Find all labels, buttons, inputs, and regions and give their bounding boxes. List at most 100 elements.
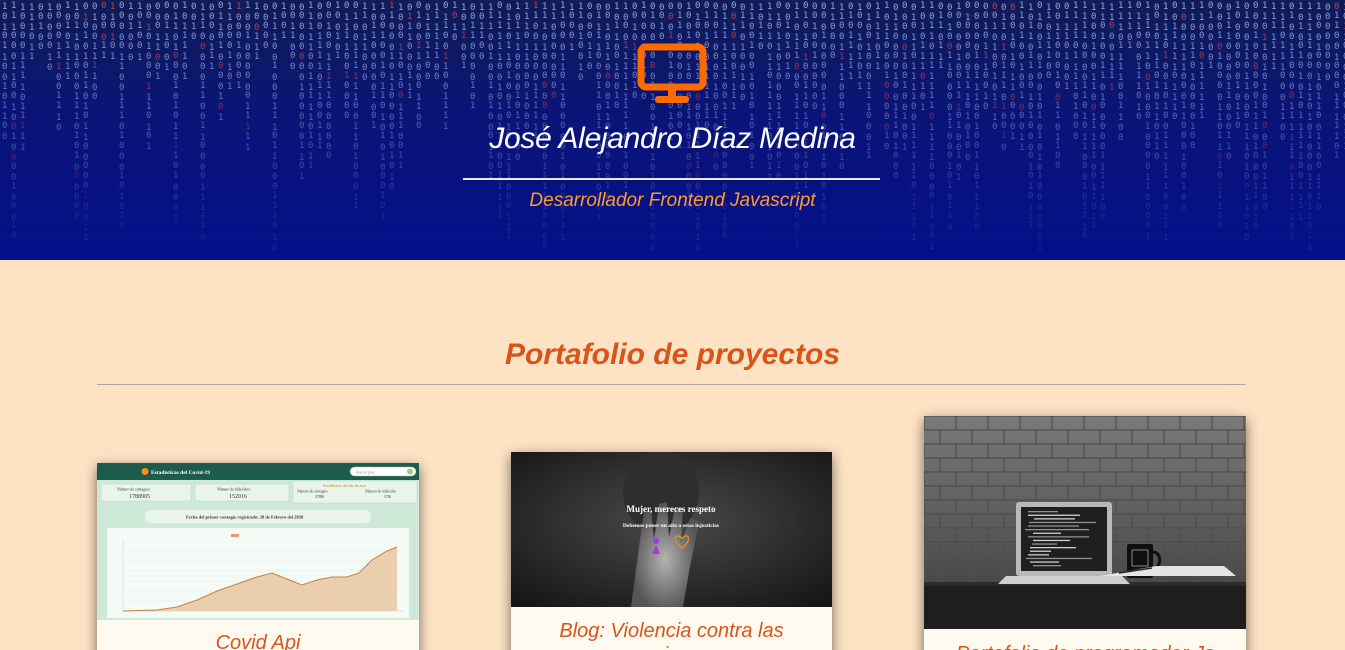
svg-text:0: 0 — [884, 102, 889, 112]
project-thumbnail-covid[interactable]: Estadísticas del Covid-19 Buscar país Nú… — [97, 463, 419, 620]
svg-text:1: 1 — [767, 102, 772, 112]
svg-text:0: 0 — [272, 73, 277, 83]
svg-text:1: 1 — [758, 21, 763, 31]
svg-text:0: 0 — [884, 52, 889, 62]
svg-text:0: 0 — [200, 62, 205, 72]
svg-text:1: 1 — [695, 161, 700, 171]
svg-text:1: 1 — [488, 101, 493, 111]
svg-text:0: 0 — [317, 101, 322, 111]
svg-text:1: 1 — [1217, 161, 1222, 171]
svg-text:0: 0 — [767, 71, 772, 81]
svg-text:0: 0 — [272, 42, 277, 52]
svg-text:0: 0 — [110, 41, 115, 51]
svg-text:1: 1 — [623, 62, 628, 72]
svg-text:0: 0 — [929, 231, 934, 241]
svg-text:0: 0 — [1262, 101, 1267, 111]
svg-text:0: 0 — [623, 21, 628, 31]
svg-text:0: 0 — [389, 22, 394, 32]
svg-text:0: 0 — [92, 2, 97, 12]
svg-text:1: 1 — [605, 101, 610, 111]
svg-text:1: 1 — [560, 83, 565, 93]
svg-text:0: 0 — [929, 42, 934, 52]
svg-text:0: 0 — [1217, 93, 1222, 103]
svg-text:0: 0 — [1181, 13, 1186, 23]
svg-text:1: 1 — [992, 72, 997, 82]
svg-text:0: 0 — [236, 61, 241, 71]
svg-text:1: 1 — [1145, 1, 1150, 11]
svg-text:0: 0 — [650, 233, 655, 243]
svg-text:1: 1 — [857, 71, 862, 81]
project-card-portfolio[interactable]: Portafolio de programador Js — [924, 416, 1246, 650]
svg-text:0: 0 — [1010, 61, 1015, 71]
svg-text:1: 1 — [1010, 73, 1015, 83]
svg-text:1: 1 — [506, 213, 511, 223]
svg-text:0: 0 — [2, 62, 7, 72]
svg-text:1: 1 — [1064, 52, 1069, 62]
covid-preview-yesterday-title: Estadísticas del día de ayer — [323, 483, 367, 488]
svg-text:1: 1 — [308, 72, 313, 82]
svg-text:0: 0 — [119, 73, 124, 83]
svg-text:0: 0 — [1280, 71, 1285, 81]
svg-text:0: 0 — [866, 62, 871, 72]
svg-text:1: 1 — [596, 11, 601, 21]
svg-text:1: 1 — [623, 83, 628, 93]
svg-text:1: 1 — [848, 11, 853, 21]
svg-text:1: 1 — [1262, 83, 1267, 93]
svg-text:0: 0 — [353, 101, 358, 111]
svg-text:1: 1 — [722, 62, 727, 72]
project-caption-covid[interactable]: Covid Api — [97, 631, 419, 650]
svg-text:1: 1 — [623, 111, 628, 121]
svg-text:0: 0 — [83, 2, 88, 12]
project-thumbnail-blog[interactable]: Mujer, mereces respeto Debemos poner un … — [511, 452, 832, 607]
svg-text:1: 1 — [758, 32, 763, 42]
svg-text:0: 0 — [326, 31, 331, 41]
svg-text:1: 1 — [911, 92, 916, 102]
svg-text:0: 0 — [1217, 42, 1222, 52]
svg-text:0: 0 — [200, 32, 205, 42]
svg-text:0: 0 — [596, 103, 601, 113]
svg-text:1: 1 — [362, 33, 367, 43]
project-card-covid[interactable]: Estadísticas del Covid-19 Buscar país Nú… — [97, 463, 419, 650]
project-card-blog[interactable]: Mujer, mereces respeto Debemos poner un … — [511, 452, 832, 650]
svg-text:1: 1 — [434, 32, 439, 42]
svg-text:0: 0 — [1253, 91, 1258, 101]
svg-text:1: 1 — [182, 1, 187, 11]
svg-text:1: 1 — [146, 42, 151, 52]
project-caption-portfolio[interactable]: Portafolio de programador Js — [924, 642, 1246, 650]
svg-text:0: 0 — [1028, 81, 1033, 91]
svg-text:0: 0 — [83, 42, 88, 52]
svg-text:0: 0 — [776, 172, 781, 182]
svg-text:1: 1 — [1064, 11, 1069, 21]
svg-text:1: 1 — [407, 91, 412, 101]
svg-text:0: 0 — [785, 72, 790, 82]
svg-text:1: 1 — [947, 51, 952, 61]
svg-text:0: 0 — [506, 111, 511, 121]
svg-text:1: 1 — [596, 31, 601, 41]
svg-text:0: 0 — [551, 32, 556, 42]
svg-text:1: 1 — [677, 21, 682, 31]
svg-text:1: 1 — [731, 91, 736, 101]
svg-text:0: 0 — [839, 101, 844, 111]
svg-text:1: 1 — [515, 32, 520, 42]
svg-text:1: 1 — [1055, 101, 1060, 111]
svg-text:1: 1 — [1262, 111, 1267, 121]
svg-text:1: 1 — [956, 173, 961, 183]
svg-text:1: 1 — [155, 43, 160, 53]
svg-text:0: 0 — [1064, 41, 1069, 51]
project-thumbnail-portfolio[interactable] — [924, 416, 1246, 629]
svg-text:0: 0 — [1181, 23, 1186, 33]
svg-text:1: 1 — [938, 11, 943, 21]
project-caption-blog[interactable]: Blog: Violencia contra las mujeres — [511, 619, 832, 650]
svg-text:0: 0 — [299, 11, 304, 21]
svg-text:1: 1 — [965, 81, 970, 91]
svg-text:0: 0 — [1244, 111, 1249, 121]
svg-text:0: 0 — [371, 52, 376, 62]
svg-text:1: 1 — [128, 22, 133, 32]
svg-text:0: 0 — [1226, 53, 1231, 63]
svg-text:1: 1 — [254, 2, 259, 12]
svg-text:1: 1 — [875, 32, 880, 42]
svg-text:0: 0 — [821, 111, 826, 121]
svg-text:0: 0 — [1244, 93, 1249, 103]
svg-text:0: 0 — [560, 21, 565, 31]
svg-text:1: 1 — [119, 62, 124, 72]
